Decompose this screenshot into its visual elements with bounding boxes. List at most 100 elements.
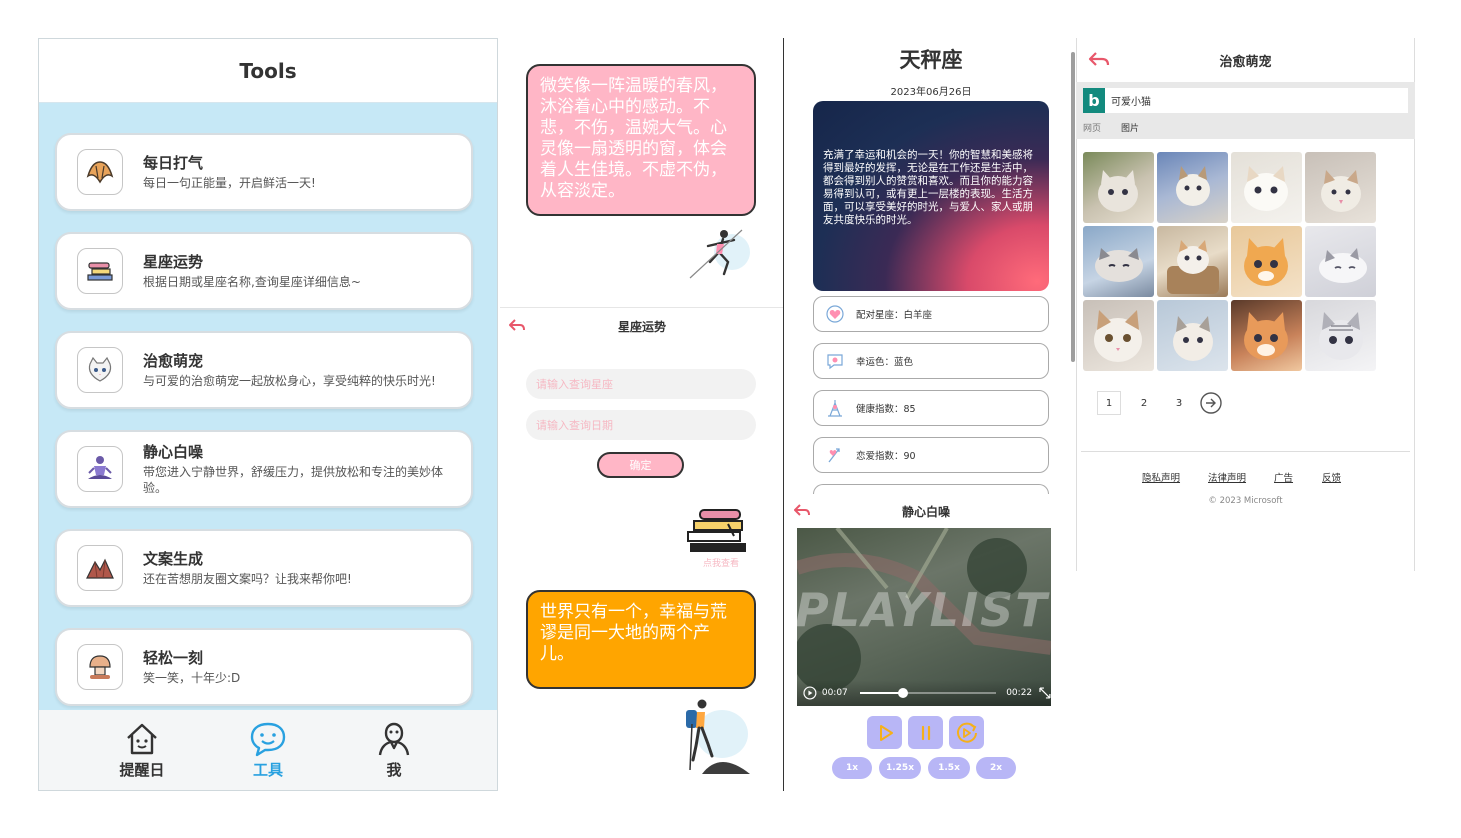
fortune-text: 充满了幸运和机会的一天！你的智慧和美感将得到最好的发挥，无论是在工作还是生活中，… — [823, 149, 1033, 226]
lucky-color-row: 幸运色：蓝色 — [813, 343, 1049, 379]
scrollbar[interactable] — [1071, 52, 1075, 362]
current-time: 00:07 — [821, 688, 848, 698]
cat-image[interactable] — [1231, 152, 1302, 223]
row-text: 健康指数：85 — [856, 404, 916, 415]
cat-image[interactable] — [1083, 300, 1154, 371]
nav-item-tools[interactable]: 工具 — [228, 721, 308, 780]
meditation-icon — [77, 446, 123, 492]
tools-screen: Tools 每日打气 每日一句正能量，开启鲜活一天! 星座运势 根据日期或星座名… — [38, 38, 498, 791]
speed-1-5x-button[interactable]: 1.5x — [928, 757, 970, 779]
fortune-card: 充满了幸运和机会的一天！你的智慧和美感将得到最好的发挥，无论是在工作还是生活中，… — [813, 101, 1049, 291]
tool-card-white-noise[interactable]: 静心白噪 带您进入宁静世界，舒缓压力，提供放松和专注的美妙体验。 — [55, 430, 473, 508]
speed-1x-button[interactable]: 1x — [832, 757, 872, 779]
video-overlay-text: PLAYLIST — [797, 583, 1049, 637]
tool-card-title: 星座运势 — [143, 253, 204, 271]
play-button[interactable] — [867, 716, 902, 749]
cat-image[interactable] — [1305, 152, 1376, 223]
mushroom-icon — [77, 644, 123, 690]
chat-bubble-icon — [250, 722, 286, 756]
speed-1-25x-button[interactable]: 1.25x — [879, 757, 921, 779]
tools-header: Tools — [39, 39, 497, 103]
tool-card-daily-cheer[interactable]: 每日打气 每日一句正能量，开启鲜活一天! — [55, 133, 473, 211]
cat-image[interactable] — [1231, 226, 1302, 297]
legal-link[interactable]: 法律声明 — [1208, 470, 1246, 484]
quote-bubble-pink: 微笑像一阵温暖的春风，沐浴着心中的感动。不悲，不伤，温婉大气。心灵像一扇透明的窗… — [526, 64, 756, 216]
tool-card-desc: 根据日期或星座名称,查询星座详细信息~ — [143, 275, 361, 289]
speed-2x-button[interactable]: 2x — [976, 757, 1016, 779]
home-icon — [127, 723, 157, 754]
match-sign-row: 配对星座：白羊座 — [813, 296, 1049, 332]
feedback-link[interactable]: 反馈 — [1322, 470, 1341, 484]
book-stack-icon[interactable] — [686, 506, 754, 556]
play-icon[interactable] — [803, 686, 817, 700]
tab-images[interactable]: 图片 — [1121, 121, 1139, 134]
tool-card-title: 轻松一刻 — [143, 649, 204, 667]
cat-image[interactable] — [1157, 300, 1228, 371]
date-input[interactable] — [526, 410, 756, 440]
cat-image[interactable] — [1083, 226, 1154, 297]
white-noise-title: 静心白噪 — [901, 505, 950, 519]
play-icon — [879, 724, 893, 741]
next-page-icon[interactable] — [1199, 391, 1223, 415]
page-2-button[interactable]: 2 — [1132, 391, 1156, 415]
health-icon — [824, 397, 846, 419]
replay-button[interactable] — [949, 716, 984, 749]
video-player[interactable]: PLAYLIST 00:07 00:22 — [797, 528, 1051, 706]
bing-search-box[interactable]: b 可爱小猫 — [1083, 88, 1408, 113]
user-icon — [378, 722, 410, 755]
bottom-nav: 提醒日 工具 我 — [39, 710, 497, 790]
tool-card-title: 文案生成 — [143, 550, 204, 568]
progress-knob[interactable] — [898, 688, 909, 698]
row-text: 幸运色：蓝色 — [856, 357, 914, 368]
tool-card-title: 静心白噪 — [143, 443, 204, 461]
libra-title: 天秤座 — [899, 48, 963, 72]
tool-card-healing-pets[interactable]: 治愈萌宠 与可爱的治愈萌宠一起放松身心，享受纯粹的快乐时光! — [55, 331, 473, 409]
search-query[interactable]: 可爱小猫 — [1111, 93, 1151, 108]
tool-card-desc: 笑一笑，十年少:D — [143, 671, 241, 685]
click-view-label: 点我查看 — [702, 559, 739, 569]
copyright-text: © 2023 Microsoft — [1208, 496, 1283, 506]
sign-input[interactable] — [526, 369, 756, 399]
privacy-link[interactable]: 隐私声明 — [1142, 470, 1180, 484]
croissant-icon — [77, 149, 123, 195]
love-index-row: 恋爱指数：90 — [813, 437, 1049, 473]
horoscope-title: 星座运势 — [617, 320, 666, 334]
cat-image[interactable] — [1157, 226, 1228, 297]
section-divider — [500, 307, 784, 308]
row-text: 恋爱指数：90 — [856, 451, 916, 462]
nav-item-reminders[interactable]: 提醒日 — [102, 721, 182, 780]
mountain-icon — [77, 545, 123, 591]
tool-card-desc: 与可爱的治愈萌宠一起放松身心，享受纯粹的快乐时光! — [143, 374, 436, 388]
row-text: 配对星座：白羊座 — [856, 310, 933, 321]
nav-label: 提醒日 — [119, 760, 165, 779]
nav-label: 工具 — [252, 760, 283, 779]
confirm-button[interactable]: 确定 — [597, 452, 684, 478]
cat-image[interactable] — [1157, 152, 1228, 223]
progress-track[interactable] — [859, 688, 997, 698]
tool-card-copywriting[interactable]: 文案生成 还在苦想朋友圈文案吗？让我来帮你吧! — [55, 529, 473, 607]
tool-card-desc: 还在苦想朋友圈文案吗？让我来帮你吧! — [143, 572, 352, 586]
page-3-button[interactable]: 3 — [1167, 391, 1191, 415]
cat-image[interactable] — [1231, 300, 1302, 371]
tool-card-relax[interactable]: 轻松一刻 笑一笑，十年少:D — [55, 628, 473, 706]
cat-image[interactable] — [1305, 226, 1376, 297]
tab-web[interactable]: 网页 — [1083, 121, 1101, 134]
cat-image[interactable] — [1305, 300, 1376, 371]
heart-icon — [824, 303, 846, 325]
tool-card-desc: 每日一句正能量，开启鲜活一天! — [143, 176, 316, 190]
libra-date: 2023年06月26日 — [890, 87, 972, 98]
progress-fill — [859, 692, 904, 694]
page-1-button[interactable]: 1 — [1097, 391, 1121, 415]
panel-divider — [783, 38, 784, 791]
nav-item-me[interactable]: 我 — [354, 721, 434, 780]
pause-button[interactable] — [908, 716, 943, 749]
cat-icon — [77, 347, 123, 393]
pause-icon — [921, 725, 930, 740]
fullscreen-icon[interactable] — [1039, 687, 1051, 699]
hiker-illustration-icon — [686, 699, 750, 774]
tool-card-horoscope[interactable]: 星座运势 根据日期或星座名称,查询星座详细信息~ — [55, 232, 473, 310]
cat-image[interactable] — [1083, 152, 1154, 223]
video-controls: 00:07 00:22 — [797, 680, 1051, 706]
bing-logo-icon[interactable]: b — [1083, 88, 1105, 113]
ads-link[interactable]: 广告 — [1274, 470, 1293, 484]
